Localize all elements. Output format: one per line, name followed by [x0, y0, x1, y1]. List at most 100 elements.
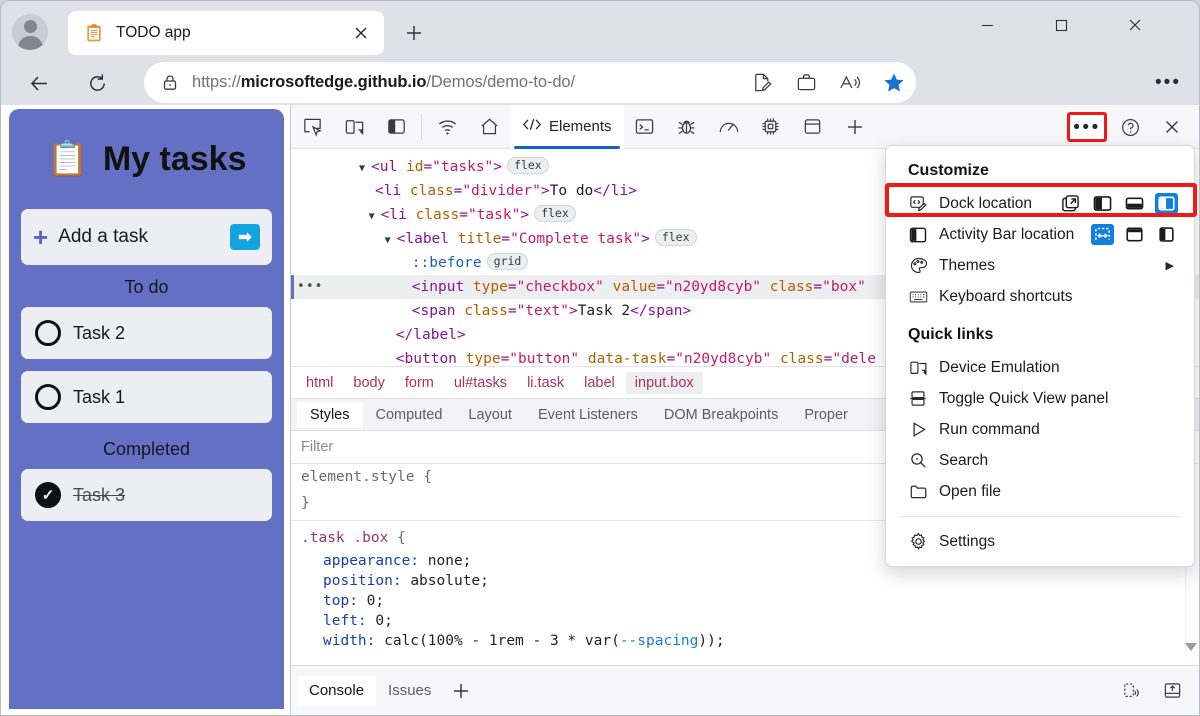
browser-tab[interactable]: TODO app	[68, 11, 384, 55]
add-task-input-row[interactable]: + Add a task ➡	[21, 209, 272, 265]
task-checkbox-unchecked-icon[interactable]	[35, 384, 61, 410]
devtools-tab-elements[interactable]: Elements	[510, 104, 624, 149]
new-tab-button[interactable]	[398, 18, 430, 48]
customize-devtools-button[interactable]: •••	[1067, 112, 1107, 142]
breadcrumb-item[interactable]: input.box	[625, 371, 703, 394]
sources-debugger-icon[interactable]	[666, 105, 708, 149]
styles-pane-tab[interactable]: Proper	[791, 402, 861, 428]
dock-to-bottom-icon[interactable]	[1123, 193, 1146, 214]
activity-bar-horizontal-icon[interactable]	[1123, 224, 1146, 245]
layout-badge[interactable]: grid	[486, 253, 529, 270]
css-declaration[interactable]: width: calc(100% - 1rem - 3 * var(--spac…	[291, 631, 1199, 651]
home-icon[interactable]	[468, 105, 510, 149]
dock-panel-icon[interactable]	[1153, 673, 1191, 709]
styles-pane-tab[interactable]: Styles	[297, 401, 363, 428]
menu-item-toggle-quick-view-panel[interactable]: Toggle Quick View panel	[886, 383, 1194, 414]
menu-item-themes[interactable]: Themes ▶	[886, 250, 1194, 281]
devtools-close-icon[interactable]	[1151, 105, 1193, 149]
breadcrumb-item[interactable]: ul#tasks	[445, 372, 516, 394]
styles-pane-tab[interactable]: Computed	[363, 402, 456, 428]
css-value[interactable]: 0;	[375, 613, 392, 629]
immersive-reader-icon[interactable]	[828, 62, 872, 103]
memory-icon[interactable]	[750, 105, 792, 149]
scroll-down-arrow-icon[interactable]	[1185, 643, 1197, 651]
css-declaration[interactable]: top: 0;	[291, 591, 1199, 611]
css-property[interactable]: appearance:	[323, 553, 428, 569]
css-property[interactable]: left:	[323, 613, 375, 629]
add-task-input[interactable]: Add a task	[58, 226, 220, 248]
devices-icon[interactable]	[1111, 673, 1149, 709]
disclosure-triangle-icon[interactable]: ▼	[359, 163, 371, 174]
drawer-add-tab-button[interactable]	[443, 676, 479, 706]
task-item[interactable]: Task 1	[21, 371, 272, 423]
node-more-dots-icon[interactable]: •••	[297, 275, 323, 299]
menu-item-search[interactable]: Search	[886, 445, 1194, 476]
styles-pane-tab[interactable]: DOM Breakpoints	[651, 402, 791, 428]
css-value[interactable]: absolute;	[410, 573, 489, 589]
menu-item-dock-location[interactable]: Dock location	[886, 188, 1194, 219]
css-value[interactable]: none;	[428, 553, 472, 569]
window-close-button[interactable]	[1112, 8, 1158, 42]
disclosure-triangle-icon[interactable]: ▼	[369, 211, 381, 222]
menu-item-activity-bar-location[interactable]: Activity Bar location	[886, 219, 1194, 250]
activity-bar-hidden-icon[interactable]	[1155, 224, 1178, 245]
css-property[interactable]: top:	[323, 593, 367, 609]
layout-badge[interactable]: flex	[654, 229, 697, 246]
breadcrumb-item[interactable]: form	[396, 372, 443, 394]
menu-item-open-file[interactable]: Open file	[886, 476, 1194, 507]
performance-icon[interactable]	[708, 105, 750, 149]
dock-to-right-icon[interactable]	[1155, 193, 1178, 214]
window-maximize-button[interactable]	[1038, 8, 1084, 42]
reload-button[interactable]	[78, 64, 116, 102]
css-property[interactable]: width:	[323, 633, 384, 649]
address-bar[interactable]: https://microsoftedge.github.io/Demos/de…	[144, 62, 916, 103]
breadcrumb-item[interactable]: html	[297, 372, 342, 394]
drawer-tab-console[interactable]: Console	[297, 675, 377, 706]
menu-item-device-emulation[interactable]: Device Emulation	[886, 352, 1194, 383]
tab-close-icon[interactable]	[346, 18, 376, 48]
console-icon[interactable]	[624, 105, 666, 149]
disclosure-triangle-icon[interactable]: ▼	[385, 235, 397, 246]
breadcrumb-item[interactable]: body	[344, 372, 393, 394]
task-item[interactable]: Task 2	[21, 307, 272, 359]
back-button[interactable]	[20, 64, 58, 102]
profile-avatar[interactable]	[12, 14, 48, 50]
collections-icon[interactable]	[784, 62, 828, 103]
css-value[interactable]: ));	[698, 633, 724, 649]
dock-to-left-icon[interactable]	[1091, 193, 1114, 214]
add-devtools-tab-button[interactable]	[834, 105, 876, 149]
menu-item-keyboard-shortcuts[interactable]: Keyboard shortcuts	[886, 281, 1194, 312]
styles-pane-tab[interactable]: Layout	[455, 402, 525, 428]
css-variable[interactable]: --spacing	[620, 633, 699, 649]
breadcrumb-item[interactable]: label	[575, 372, 624, 394]
read-aloud-icon[interactable]	[740, 62, 784, 103]
css-declaration[interactable]: position: absolute;	[291, 571, 1199, 591]
layout-badge[interactable]: flex	[507, 157, 549, 174]
window-minimize-button[interactable]	[964, 8, 1010, 42]
activity-bar-vertical-icon[interactable]	[1091, 224, 1114, 245]
devtools-help-icon[interactable]	[1109, 105, 1151, 149]
network-icon[interactable]	[426, 105, 468, 149]
css-value[interactable]: 0;	[367, 593, 384, 609]
css-declaration[interactable]: left: 0;	[291, 611, 1199, 631]
breadcrumb-item[interactable]: li.task	[518, 372, 573, 394]
favorites-star-icon[interactable]	[872, 62, 916, 103]
undock-into-separate-window-icon[interactable]	[1059, 193, 1082, 214]
device-emulation-icon[interactable]	[333, 105, 375, 149]
task-checkbox-unchecked-icon[interactable]	[35, 320, 61, 346]
task-item[interactable]: ✓ Task 3	[21, 469, 272, 521]
menu-item-settings[interactable]: Settings	[886, 526, 1194, 557]
styles-filter-input[interactable]: Filter	[301, 439, 333, 455]
layout-badge[interactable]: flex	[534, 205, 576, 222]
styles-pane-tab[interactable]: Event Listeners	[525, 402, 651, 428]
inspect-element-icon[interactable]	[291, 105, 333, 149]
application-icon[interactable]	[792, 105, 834, 149]
activity-bar-icon[interactable]	[375, 105, 417, 149]
add-task-submit-icon[interactable]: ➡	[230, 224, 260, 250]
drawer-tab-issues[interactable]: Issues	[376, 676, 443, 706]
menu-item-run-command[interactable]: Run command	[886, 414, 1194, 445]
css-property[interactable]: position:	[323, 573, 410, 589]
task-checkbox-checked-icon[interactable]: ✓	[35, 482, 61, 508]
css-value[interactable]: calc(100% - 1rem - 3 * var(	[384, 633, 620, 649]
browser-settings-more-button[interactable]: •••	[1152, 72, 1184, 92]
